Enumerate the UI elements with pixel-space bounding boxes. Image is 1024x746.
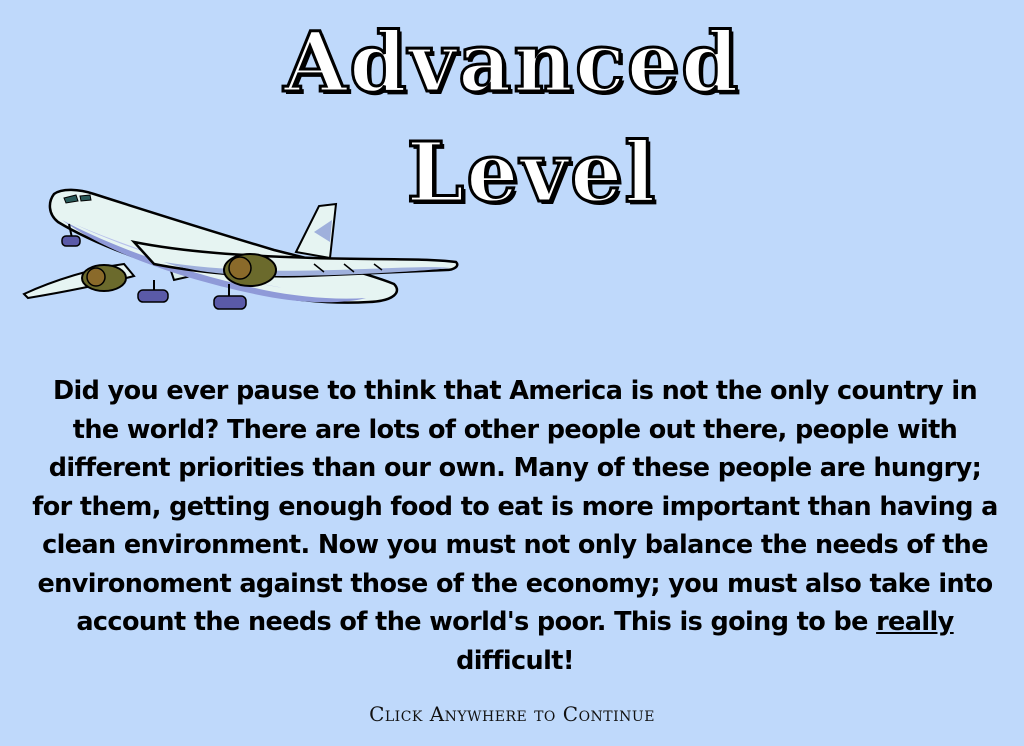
- intro-text-end: difficult!: [456, 645, 574, 676]
- intro-emphasis: really: [876, 607, 954, 637]
- page-title-line-1: Advanced: [282, 15, 741, 111]
- airplane-icon: [22, 188, 459, 310]
- level-intro-text: Did you ever pause to think that America…: [30, 372, 1000, 680]
- advanced-level-screen[interactable]: Advanced Level Did you ever pause to thi…: [0, 0, 1024, 746]
- continue-prompt[interactable]: Click Anywhere to Continue: [0, 702, 1024, 726]
- intro-text-main: Did you ever pause to think that America…: [32, 376, 998, 637]
